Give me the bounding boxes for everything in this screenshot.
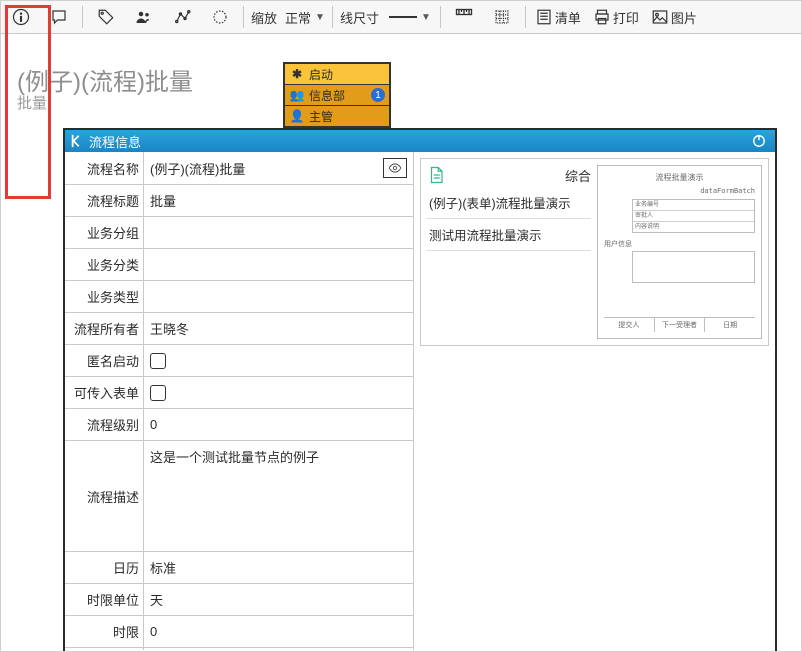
property-label: 日历 xyxy=(65,552,144,583)
property-value xyxy=(144,377,413,408)
property-row: 业务分类 xyxy=(65,249,413,281)
property-label: 业务类型 xyxy=(65,281,144,312)
checkbox[interactable] xyxy=(150,353,166,369)
toolbar: 缩放 正常▼ 线尺寸 ▼ 清单 打印 图片 xyxy=(1,1,801,34)
property-value[interactable] xyxy=(144,249,413,280)
property-row: 流程名称(例子)(流程)批量 xyxy=(65,152,413,185)
work-area: (例子)(流程)批量 批量 ✱启动 👥信息部1 👤主管 流程信息 流程名称(例子… xyxy=(1,34,801,652)
dotted-circle-icon[interactable] xyxy=(202,3,238,31)
line-size-select[interactable]: ▼ xyxy=(383,3,435,31)
property-row: 时限0 xyxy=(65,616,413,648)
collapse-icon[interactable] xyxy=(69,133,85,149)
property-value[interactable] xyxy=(144,281,413,312)
list-button[interactable]: 清单 xyxy=(531,3,587,31)
flow-row-label: 启动 xyxy=(309,66,333,83)
property-row: 警告时限0 xyxy=(65,648,413,650)
preview-box: 综合 (例子)(表单)流程批量演示 测试用流程批量演示 流程批量演示 dataF… xyxy=(420,158,769,346)
property-label: 流程名称 xyxy=(65,152,144,184)
flow-row-label: 主管 xyxy=(309,108,333,125)
separator xyxy=(525,6,526,28)
thumb-title: 流程批量演示 xyxy=(604,172,755,183)
image-button[interactable]: 图片 xyxy=(647,3,703,31)
checkbox[interactable] xyxy=(150,385,166,401)
separator xyxy=(243,6,244,28)
property-value[interactable] xyxy=(144,217,413,248)
info-icon[interactable] xyxy=(3,3,39,31)
property-value[interactable]: 批量 xyxy=(144,185,413,216)
zoom-label: 缩放 xyxy=(249,8,279,27)
property-value[interactable]: 标准 xyxy=(144,552,413,583)
property-label: 流程描述 xyxy=(65,441,144,551)
preview-item[interactable]: 测试用流程批量演示 xyxy=(427,219,591,251)
property-label: 可传入表单 xyxy=(65,377,144,408)
property-row: 业务类型 xyxy=(65,281,413,313)
preview-item[interactable]: (例子)(表单)流程批量演示 xyxy=(427,187,591,219)
property-label: 警告时限 xyxy=(65,648,144,650)
flow-node[interactable]: ✱ 启动 👥 信息部 1 👤 主管 xyxy=(283,62,391,128)
property-row: 业务分组 xyxy=(65,217,413,249)
person-icon: 👤 xyxy=(289,109,305,123)
thumb-sub: dataFormBatch xyxy=(604,187,755,195)
panel-titlebar[interactable]: 流程信息 xyxy=(65,130,775,152)
graph-icon[interactable] xyxy=(164,3,200,31)
property-row: 可传入表单 xyxy=(65,377,413,409)
separator xyxy=(440,6,441,28)
preview-head-label: 综合 xyxy=(565,166,591,185)
property-value[interactable]: 这是一个测试批量节点的例子 xyxy=(144,441,413,551)
preview-thumbnail[interactable]: 流程批量演示 dataFormBatch 业务编号 审批人 内容说明 用户信息 … xyxy=(597,165,762,339)
panel-title: 流程信息 xyxy=(89,132,141,151)
note-icon[interactable] xyxy=(41,3,77,31)
property-label: 匿名启动 xyxy=(65,345,144,376)
property-row: 匿名启动 xyxy=(65,345,413,377)
page-subtitle: 批量 xyxy=(17,92,47,113)
separator xyxy=(332,6,333,28)
print-button[interactable]: 打印 xyxy=(589,3,645,31)
eye-icon[interactable] xyxy=(383,158,407,178)
property-label: 时限 xyxy=(65,616,144,647)
asterisk-icon: ✱ xyxy=(289,67,305,81)
property-row: 日历标准 xyxy=(65,552,413,584)
ruler-icon[interactable] xyxy=(446,3,482,31)
property-label: 时限单位 xyxy=(65,584,144,615)
property-label: 业务分类 xyxy=(65,249,144,280)
info-panel: 流程信息 流程名称(例子)(流程)批量流程标题批量业务分组业务分类业务类型流程所… xyxy=(63,128,777,652)
property-value[interactable]: 王晓冬 xyxy=(144,313,413,344)
property-value[interactable]: 天 xyxy=(144,584,413,615)
document-icon xyxy=(427,166,445,184)
flow-row-label: 信息部 xyxy=(309,87,345,104)
property-row: 流程所有者王晓冬 xyxy=(65,313,413,345)
property-row: 流程标题批量 xyxy=(65,185,413,217)
property-value[interactable]: (例子)(流程)批量 xyxy=(144,152,413,184)
property-label: 流程所有者 xyxy=(65,313,144,344)
property-row: 流程描述这是一个测试批量节点的例子 xyxy=(65,441,413,552)
line-size-label: 线尺寸 xyxy=(338,8,381,27)
property-value[interactable]: 0 xyxy=(144,648,413,650)
property-row: 时限单位天 xyxy=(65,584,413,616)
separator xyxy=(82,6,83,28)
count-badge: 1 xyxy=(371,88,385,102)
users-icon[interactable] xyxy=(126,3,162,31)
property-label: 流程标题 xyxy=(65,185,144,216)
preview-side: 综合 (例子)(表单)流程批量演示 测试用流程批量演示 流程批量演示 dataF… xyxy=(414,152,775,650)
property-table: 流程名称(例子)(流程)批量流程标题批量业务分组业务分类业务类型流程所有者王晓冬… xyxy=(65,152,414,650)
zoom-select[interactable]: 正常▼ xyxy=(281,3,327,31)
grid-icon[interactable] xyxy=(484,3,520,31)
property-row: 流程级别0 xyxy=(65,409,413,441)
property-value xyxy=(144,345,413,376)
tag-icon[interactable] xyxy=(88,3,124,31)
power-icon[interactable] xyxy=(751,133,767,149)
property-label: 流程级别 xyxy=(65,409,144,440)
property-label: 业务分组 xyxy=(65,217,144,248)
people-icon: 👥 xyxy=(289,88,305,102)
property-value[interactable]: 0 xyxy=(144,409,413,440)
property-value[interactable]: 0 xyxy=(144,616,413,647)
